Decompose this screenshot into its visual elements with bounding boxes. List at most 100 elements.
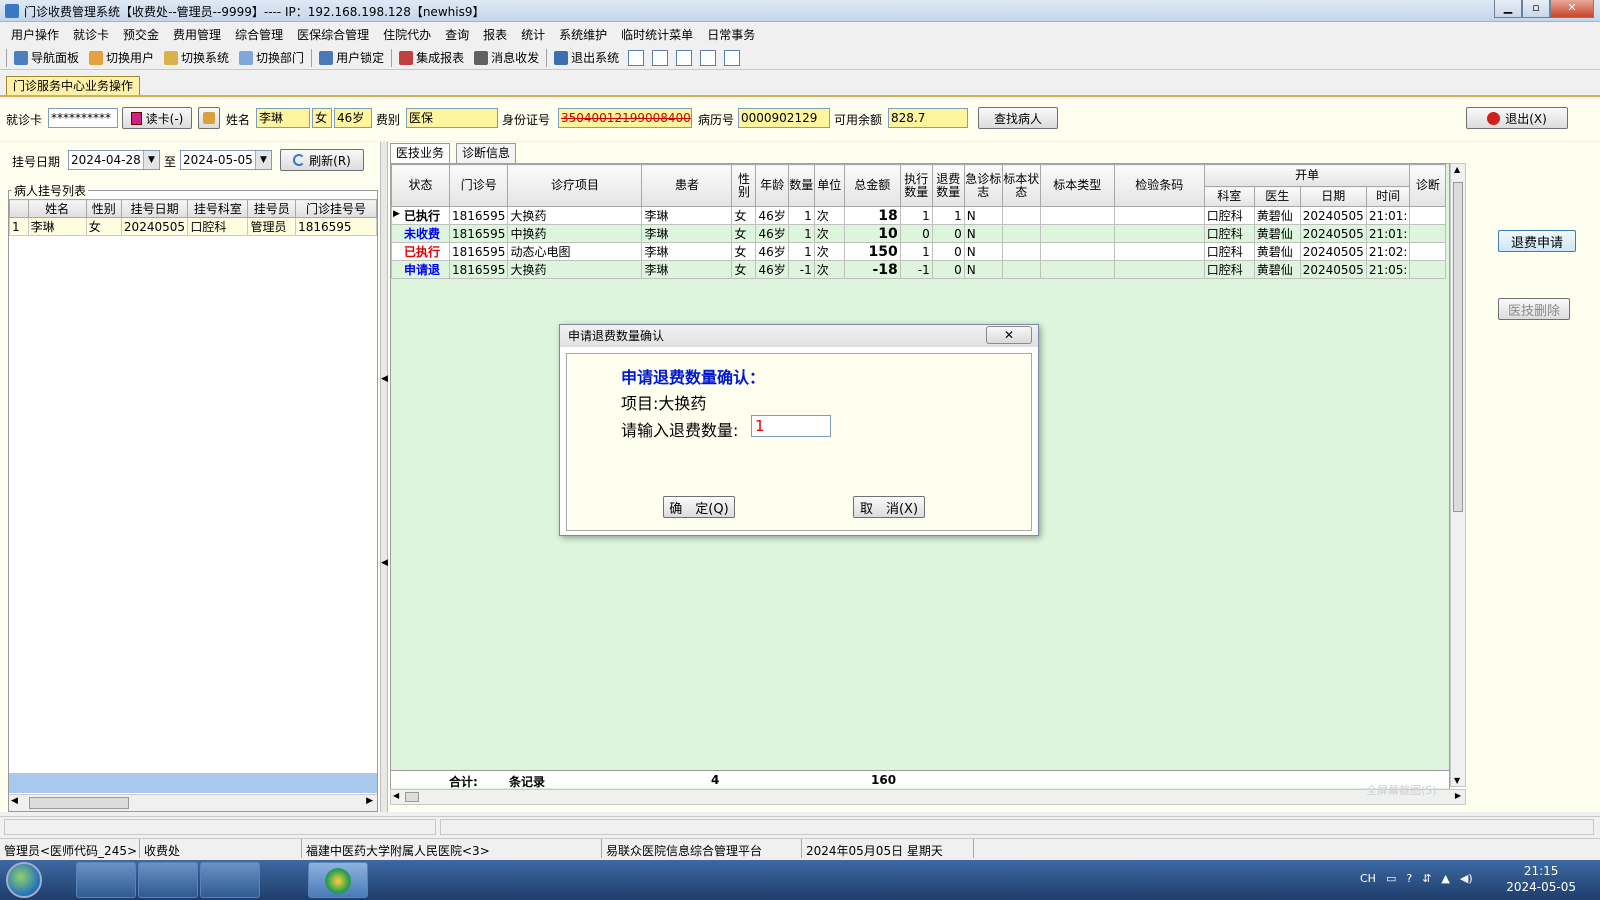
grid-col-header[interactable]: 退费数量 (931, 164, 965, 207)
scroll-thumb[interactable] (405, 792, 419, 802)
menu-item-4[interactable]: 综合管理 (228, 26, 290, 43)
age-field[interactable]: 46岁 (334, 108, 372, 128)
toolbar-user-lock-button[interactable]: 用户锁定 (314, 49, 389, 66)
delete-tech-button[interactable]: 医技删除 (1498, 298, 1570, 320)
reg-col-header[interactable]: 挂号员 (247, 199, 297, 218)
edit-icon[interactable] (628, 49, 645, 66)
language-indicator[interactable]: CH (1360, 872, 1376, 885)
balance-field[interactable]: 828.7 (888, 108, 968, 128)
reg-col-header[interactable] (9, 199, 29, 218)
refresh-button[interactable]: 刷新(R) (280, 149, 364, 171)
scroll-thumb[interactable] (29, 797, 129, 809)
scroll-down-icon[interactable]: ▼ (1454, 776, 1460, 785)
table-row[interactable]: 1 李琳女 20240505 口腔科 管理员 1816595 (9, 217, 377, 236)
grid-col-header[interactable]: 急诊标志 (963, 164, 1003, 207)
menu-item-9[interactable]: 统计 (514, 26, 552, 43)
reg-col-header[interactable]: 门诊挂号号 (295, 199, 377, 218)
reg-col-header[interactable]: 挂号科室 (187, 199, 249, 218)
horizontal-scrollbar[interactable]: ◀ ▶ (9, 794, 377, 811)
menu-item-10[interactable]: 系统维护 (552, 26, 614, 43)
toolbar-switch-department-button[interactable]: 切换部门 (234, 49, 309, 66)
grid-col-header[interactable]: 标本类型 (1039, 164, 1115, 207)
keyboard-icon[interactable]: ▭ (1386, 872, 1396, 885)
grid-col-header[interactable]: 检验条码 (1113, 164, 1205, 207)
toolbar-switch-system-button[interactable]: 切换系统 (159, 49, 234, 66)
toolbar-switch-user-button[interactable]: 切换用户 (84, 49, 159, 66)
read-card-button[interactable]: 读卡(-) (122, 107, 192, 129)
grid-col-header[interactable]: 门诊号 (448, 164, 509, 207)
collapse-left-icon[interactable]: ◀ (381, 558, 388, 568)
reg-col-header[interactable]: 姓名 (27, 199, 87, 218)
chevron-down-icon[interactable]: ▼ (143, 151, 159, 169)
chevron-down-icon[interactable]: ▼ (255, 151, 271, 169)
toolbar-report-button[interactable]: 集成报表 (394, 49, 469, 66)
tab-diagnosis[interactable]: 诊断信息 (456, 143, 517, 163)
date-to-picker[interactable]: 2024-05-05 ▼ (180, 150, 272, 170)
menu-item-2[interactable]: 预交金 (116, 26, 166, 43)
menu-item-8[interactable]: 报表 (476, 26, 514, 43)
volume-icon[interactable]: ◀) (1460, 872, 1473, 885)
grid-sub-header[interactable]: 日期 (1299, 186, 1367, 207)
dialog-close-button[interactable]: ✕ (986, 326, 1032, 344)
scroll-up-icon[interactable]: ▲ (1454, 165, 1460, 174)
dialog-ok-button[interactable]: 确 定(Q) (663, 496, 735, 518)
menu-item-6[interactable]: 住院代办 (376, 26, 438, 43)
grid-col-header[interactable]: 执行数量 (899, 164, 933, 207)
exit-button[interactable]: 退出(X) (1466, 107, 1568, 129)
menu-item-11[interactable]: 临时统计菜单 (614, 26, 700, 43)
module-tab[interactable]: 门诊服务中心业务操作 (6, 76, 141, 96)
grid-col-header[interactable]: 标本状态 (1001, 164, 1041, 207)
tab-medical-tech[interactable]: 医技业务 (390, 143, 451, 164)
menu-item-5[interactable]: 医保综合管理 (290, 26, 376, 43)
grid-horizontal-scrollbar[interactable]: ◀ ▶ (390, 789, 1466, 805)
minimize-button[interactable]: ▁ (1494, 0, 1522, 18)
grid-col-header[interactable]: 患者 (641, 164, 733, 207)
dialog-cancel-button[interactable]: 取 消(X) (853, 496, 925, 518)
layout-icon[interactable] (700, 49, 717, 66)
menu-item-12[interactable]: 日常事务 (700, 26, 762, 43)
refund-apply-button[interactable]: 退费申请 (1498, 230, 1576, 252)
sex-field[interactable]: 女 (312, 108, 332, 128)
scroll-left-icon[interactable]: ◀ (393, 791, 399, 800)
fee-type-field[interactable]: 医保 (406, 108, 498, 128)
taskbar-app-icon[interactable] (200, 862, 260, 898)
checkbox-icon[interactable] (676, 49, 693, 66)
taskbar-explorer-icon[interactable] (76, 862, 136, 898)
grid-col-header[interactable]: 性别 (731, 164, 757, 207)
table-row[interactable]: 已执行 ▶ 1816595 大换药 李琳女 46岁 1 次 18 1 1 N 口腔科 黄碧仙 2024050… (391, 206, 1447, 225)
grid-col-header[interactable]: 总金额 (843, 164, 901, 207)
network-icon[interactable]: ⇵ (1422, 872, 1431, 885)
grid-col-header[interactable]: 数量 (787, 164, 815, 207)
tray-expand-icon[interactable]: ▲ (1441, 872, 1449, 885)
reg-col-header[interactable]: 挂号日期 (120, 199, 189, 218)
taskbar-sql-icon[interactable] (138, 862, 198, 898)
taskbar-clock[interactable]: 21:15 2024-05-05 (1506, 863, 1576, 895)
record-number-field[interactable]: 0000902129 (738, 108, 830, 128)
toolbar-exit-button[interactable]: 退出系统 (549, 49, 624, 66)
table-row[interactable]: 申请退 1816595 大换药 李琳女 46岁 -1 次 -18 -1 0 N 口腔科 黄碧仙 20240… (391, 260, 1447, 279)
start-button[interactable] (6, 862, 42, 898)
close-button[interactable]: ✕ (1550, 0, 1594, 18)
find-patient-button[interactable]: 查找病人 (978, 107, 1058, 129)
vertical-scrollbar[interactable]: ▲ ▼ (1450, 163, 1466, 787)
tool-icon[interactable] (652, 49, 669, 66)
table-row[interactable]: 未收费 1816595 中换药 李琳女 46岁 1 次 10 0 0 N 口腔科 黄碧仙 20240505… (391, 224, 1447, 243)
reg-col-header[interactable]: 性别 (85, 199, 122, 218)
help-icon[interactable]: ? (1406, 872, 1412, 885)
grid-col-header[interactable]: 诊疗项目 (507, 164, 643, 207)
patient-search-icon-button[interactable] (198, 107, 220, 129)
toolbar-message-button[interactable]: 消息收发 (469, 49, 544, 66)
refund-quantity-input[interactable] (751, 415, 831, 437)
form-icon[interactable] (724, 49, 741, 66)
date-from-picker[interactable]: 2024-04-28 ▼ (68, 150, 160, 170)
scroll-thumb[interactable] (1453, 182, 1463, 512)
scroll-right-icon[interactable]: ▶ (1455, 791, 1461, 800)
grid-sub-header[interactable]: 时间 (1365, 186, 1411, 207)
pane-splitter[interactable]: ◀ ◀ (380, 142, 388, 812)
card-number-field[interactable]: ********** (48, 108, 118, 128)
id-number-field[interactable]: 350400121990084002X (558, 108, 692, 128)
maximize-button[interactable]: ▫ (1522, 0, 1550, 18)
grid-sub-header[interactable]: 医生 (1253, 186, 1301, 207)
scroll-right-icon[interactable]: ▶ (366, 796, 373, 806)
menu-item-0[interactable]: 用户操作 (4, 26, 66, 43)
